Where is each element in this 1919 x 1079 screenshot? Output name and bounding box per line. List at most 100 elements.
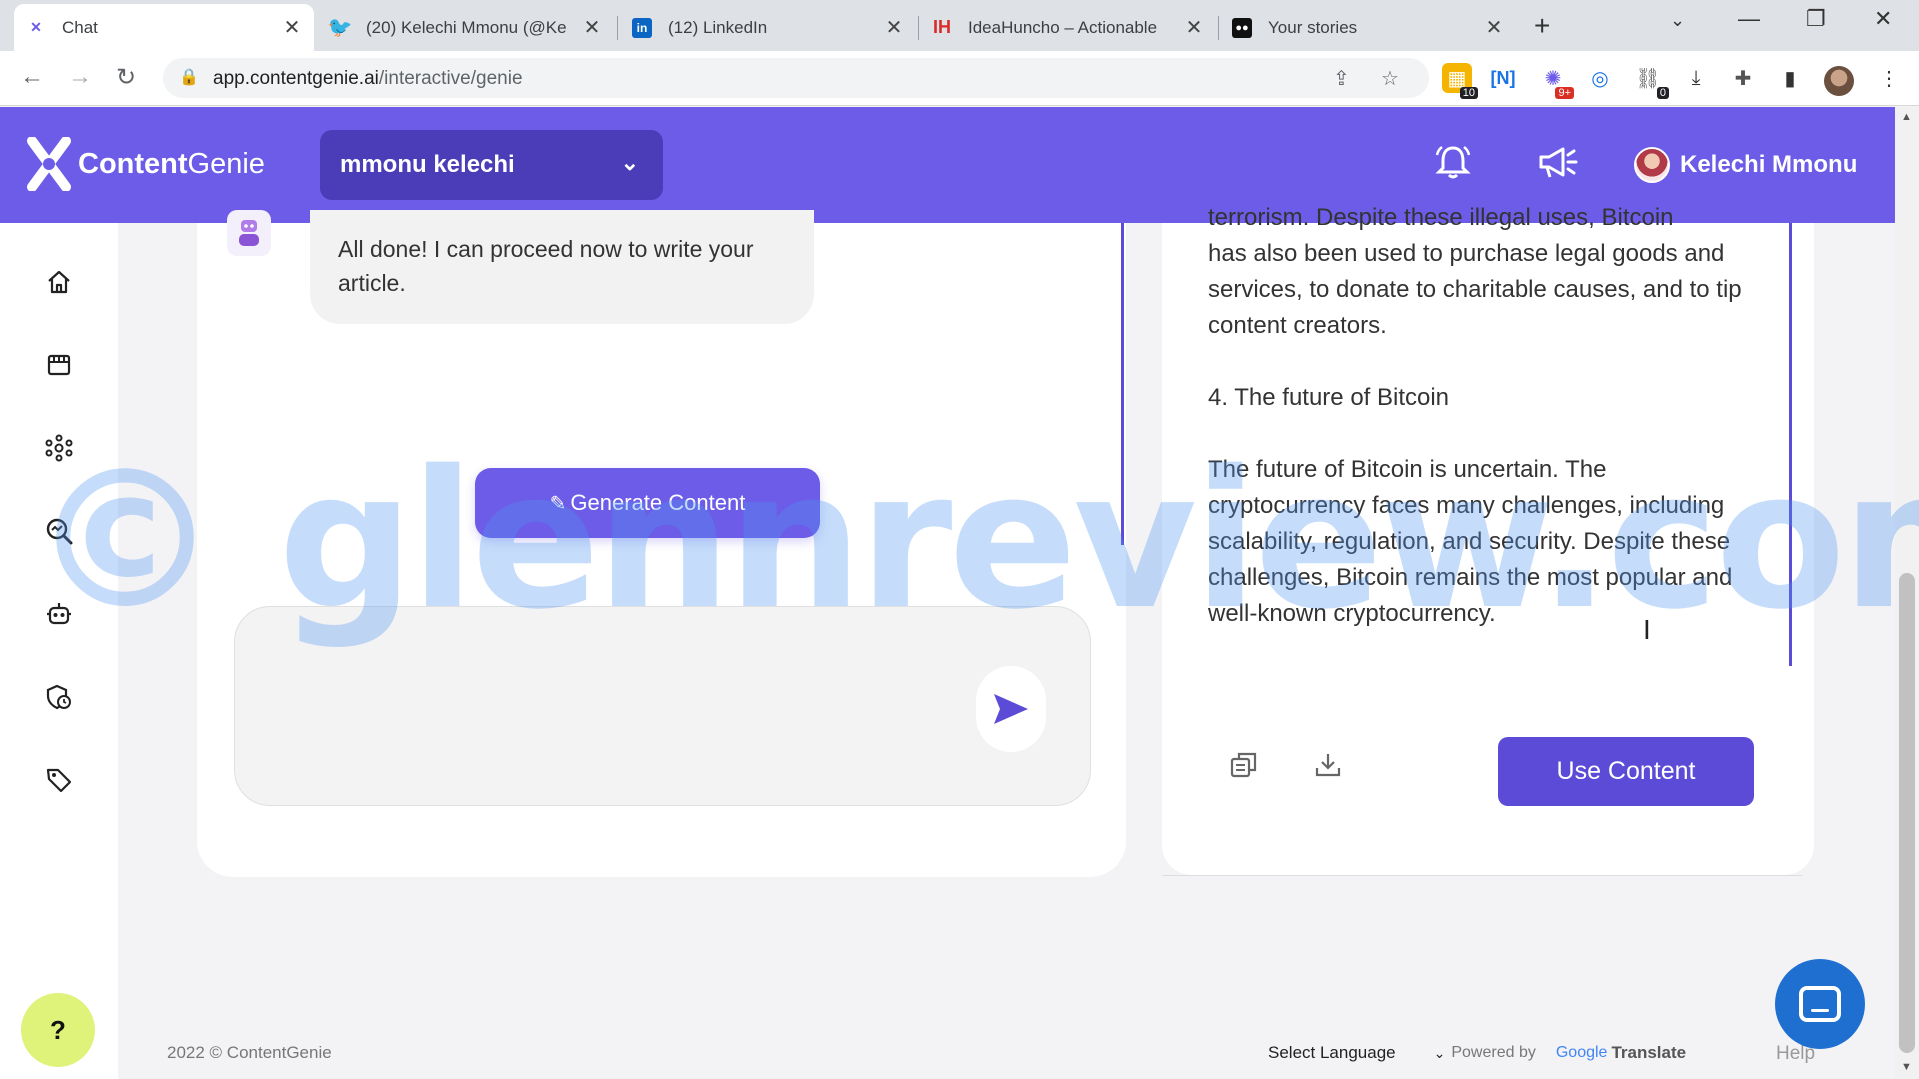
browser-tab-bar: ✕ Chat ✕ 🐦 (20) Kelechi Mmonu (@Ke ✕ in …: [0, 0, 1919, 51]
search-analytics-icon[interactable]: [44, 516, 74, 546]
article-paragraph: has also been used to purchase legal goo…: [1208, 240, 1742, 339]
contentgenie-logo[interactable]: ContentGenie: [26, 136, 265, 192]
generate-content-button[interactable]: ✎ Generate Content: [475, 468, 820, 538]
restore-icon[interactable]: ❐: [1806, 6, 1826, 32]
chevron-down-icon: ⌄: [620, 150, 639, 175]
help-button[interactable]: ?: [21, 993, 95, 1067]
close-icon[interactable]: ✕: [1484, 15, 1504, 40]
tab-ideahuncho[interactable]: IH IdeaHuncho – Actionable ✕: [920, 4, 1216, 51]
extension-grammar-icon[interactable]: ✺ 9+: [1538, 63, 1574, 99]
bookmark-star-icon[interactable]: ☆: [1381, 66, 1399, 91]
logo-text-light: Genie: [187, 147, 265, 180]
send-icon: [994, 694, 1028, 724]
live-chat-button[interactable]: [1775, 959, 1865, 1049]
profile-avatar[interactable]: [1824, 66, 1854, 96]
tab-twitter[interactable]: 🐦 (20) Kelechi Mmonu (@Ke ✕: [318, 4, 614, 51]
google-wordmark: Google: [1555, 1044, 1608, 1061]
side-panel-icon[interactable]: ▮: [1775, 63, 1805, 93]
scroll-down-icon[interactable]: ▼: [1901, 1061, 1912, 1073]
home-icon[interactable]: [44, 267, 74, 297]
translate-text: Translate: [1611, 1043, 1687, 1062]
shield-clock-icon[interactable]: [44, 682, 74, 712]
download-content-icon[interactable]: [1313, 750, 1343, 787]
sidebar: [0, 223, 118, 1079]
close-icon[interactable]: ✕: [582, 15, 602, 40]
back-icon[interactable]: ←: [20, 63, 44, 91]
close-icon[interactable]: ✕: [884, 15, 904, 40]
extension-badge: 9+: [1555, 87, 1574, 99]
megaphone-icon[interactable]: [1537, 143, 1579, 190]
page-scrollbar[interactable]: ▲ ▼: [1895, 107, 1919, 1079]
tab-search-icon[interactable]: ⌄: [1670, 10, 1685, 31]
article-heading: 4. The future of Bitcoin: [1208, 384, 1450, 411]
logo-mark-icon: [26, 136, 72, 192]
tab-linkedin[interactable]: in (12) LinkedIn ✕: [620, 4, 916, 51]
ideahuncho-icon: IH: [933, 17, 951, 37]
lock-icon: 🔒: [179, 69, 199, 86]
organization-select-value: mmonu kelechi: [340, 151, 515, 178]
tab-separator: [918, 16, 919, 40]
store-icon[interactable]: [44, 350, 74, 380]
chat-scroll-indicator[interactable]: [1121, 223, 1124, 545]
article-paragraph: The future of Bitcoin is uncertain. The …: [1208, 456, 1733, 627]
chat-input[interactable]: [234, 606, 1091, 806]
share-icon[interactable]: ⇪: [1333, 66, 1350, 91]
reload-icon[interactable]: ↻: [116, 63, 136, 92]
scroll-up-icon[interactable]: ▲: [1901, 111, 1912, 123]
bot-avatar-icon: [227, 210, 271, 256]
new-tab-icon[interactable]: +: [1534, 10, 1550, 42]
use-content-button[interactable]: Use Content: [1498, 737, 1754, 806]
medium-icon: ●●: [1232, 17, 1252, 38]
extension-badge: 10: [1459, 87, 1478, 99]
download-icon[interactable]: ⤓: [1681, 63, 1711, 93]
url-path: /interactive/genie: [378, 68, 523, 89]
url-field[interactable]: 🔒 app.contentgenie.ai/interactive/genie …: [163, 58, 1429, 98]
bell-icon[interactable]: [1434, 143, 1472, 190]
robot-icon[interactable]: [44, 599, 74, 629]
browser-menu-icon[interactable]: ⋮: [1874, 63, 1904, 93]
extension-link-icon[interactable]: ⛓ 0: [1633, 63, 1669, 99]
scrollbar-thumb[interactable]: [1899, 573, 1915, 1053]
text-cursor-icon: I: [1643, 614, 1651, 645]
extension-calendar-icon[interactable]: ▦ 10: [1442, 63, 1478, 99]
extensions-puzzle-icon[interactable]: ✚: [1728, 63, 1758, 93]
chat-bubble-icon: [1799, 986, 1841, 1022]
twitter-icon: 🐦: [327, 17, 353, 39]
url-text: app.contentgenie.ai/interactive/genie: [213, 68, 523, 90]
help-button-label: ?: [50, 1014, 66, 1045]
powered-by-text: Powered by: [1451, 1044, 1536, 1061]
minimize-icon[interactable]: —: [1738, 6, 1760, 32]
article-partial-line: terrorism. Despite these illegal uses, B…: [1208, 200, 1768, 236]
tab-medium[interactable]: ●● Your stories ✕: [1220, 4, 1516, 51]
logo-text-bold: Content: [78, 147, 188, 180]
google-translate-widget[interactable]: Select Language ⌄ Powered by Google Tran…: [1268, 1043, 1686, 1063]
select-language[interactable]: Select Language: [1268, 1043, 1396, 1063]
send-button[interactable]: [976, 666, 1046, 752]
edit-icon: ✎: [549, 492, 567, 515]
extension-sync-icon[interactable]: ◎: [1585, 63, 1615, 93]
tab-label: (12) LinkedIn: [668, 17, 768, 37]
user-menu[interactable]: Kelechi Mmonu: [1634, 147, 1857, 183]
user-avatar: [1634, 147, 1670, 183]
article-scroll-indicator[interactable]: [1789, 223, 1792, 666]
close-icon[interactable]: ✕: [282, 15, 302, 40]
tag-icon[interactable]: [44, 765, 74, 795]
extension-notion-icon[interactable]: [N]: [1488, 63, 1518, 93]
copy-icon[interactable]: [1229, 750, 1259, 787]
url-host: app.contentgenie.ai: [213, 68, 379, 89]
forward-icon[interactable]: →: [68, 63, 92, 91]
close-icon[interactable]: ✕: [1184, 15, 1204, 40]
network-icon[interactable]: [44, 433, 74, 463]
tab-label: Your stories: [1268, 17, 1358, 37]
window-close-icon[interactable]: ✕: [1874, 6, 1892, 32]
organization-select[interactable]: mmonu kelechi ⌄: [320, 130, 663, 200]
tab-label: (20) Kelechi Mmonu (@Ke: [366, 17, 567, 37]
generated-article: terrorism. Despite these illegal uses, B…: [1208, 200, 1768, 670]
bot-message-text: All done! I can proceed now to write you…: [338, 236, 754, 296]
tab-label: IdeaHuncho – Actionable: [968, 17, 1158, 37]
bot-message-bubble: All done! I can proceed now to write you…: [310, 210, 814, 324]
tab-chat[interactable]: ✕ Chat ✕: [14, 4, 314, 51]
linkedin-icon: in: [632, 17, 652, 38]
copyright-text: 2022 © ContentGenie: [167, 1043, 332, 1062]
article-partial-text: terrorism. Despite these illegal uses, B…: [1208, 204, 1674, 231]
